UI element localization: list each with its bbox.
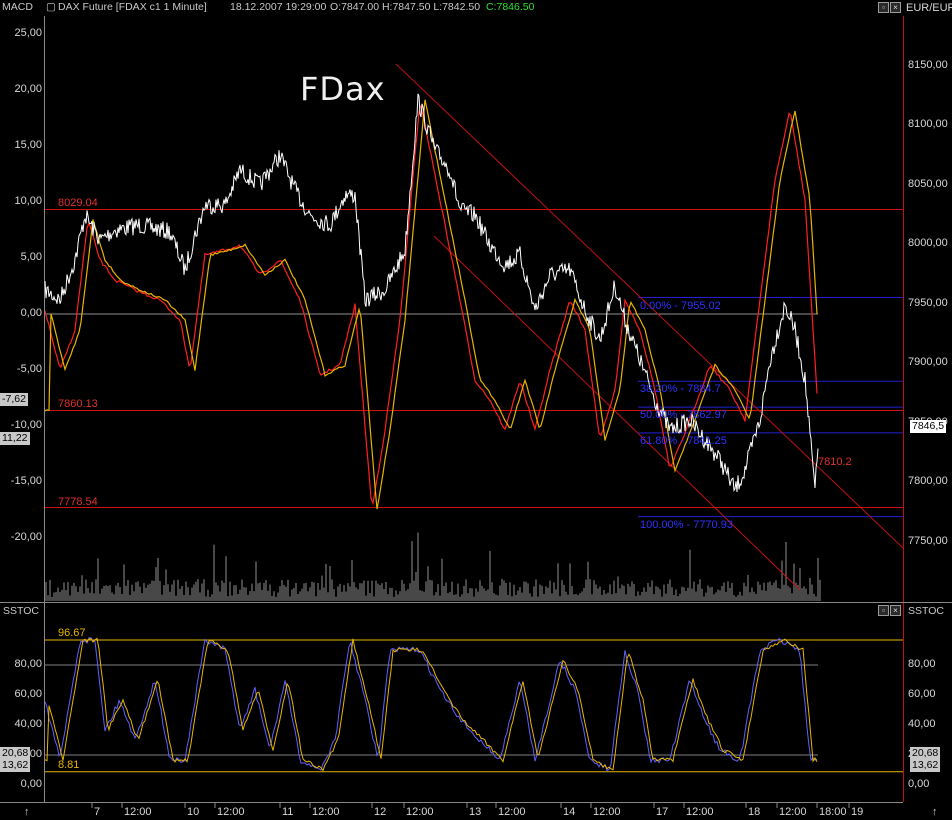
time-tick: 18 — [748, 806, 761, 818]
stoch-d-marker-right: 13,62 — [910, 758, 941, 772]
fib-label: 61.80% - 7841.25 — [640, 434, 727, 447]
time-tick: 13 — [469, 806, 482, 818]
fib-label: 38.20% - 7884.7 — [640, 383, 721, 396]
time-tick: 12:00 — [217, 806, 245, 818]
stoch-k-line — [44, 637, 818, 772]
stoch-restore-icon[interactable]: ▫ — [878, 605, 889, 616]
scroll-up-arrow-icon[interactable]: ↑ — [24, 806, 30, 818]
level-label: 8029.04 — [58, 197, 98, 210]
macd-tick: 20,00 — [14, 83, 42, 95]
time-tick: 12 — [374, 806, 387, 818]
last-price-marker: 7846,5 — [910, 419, 947, 433]
time-tick: 11 — [282, 806, 294, 818]
time-tick: 12:00 — [406, 806, 434, 818]
stoch-tick: 0,00 — [20, 778, 42, 790]
macd-value-marker: -7,62 — [0, 393, 28, 406]
time-tick: 12:00 — [686, 806, 714, 818]
price-tick: 8000,00 — [908, 237, 948, 249]
symbol-watermark: FDax — [300, 70, 386, 108]
price-tick: 8100,00 — [908, 118, 948, 130]
fib-label: 0.00% - 7955.02 — [640, 299, 721, 312]
time-tick: 12:00 — [312, 806, 340, 818]
price-tick: 8150,00 — [908, 58, 948, 71]
horizontal-levels — [45, 208, 903, 509]
fibonacci-retracement[interactable] — [638, 297, 903, 518]
time-tick: 19 — [851, 806, 864, 818]
price-tick: 7900,00 — [908, 356, 948, 368]
price-tick: 7750,00 — [908, 534, 948, 547]
stoch-name-right: SSTOC — [908, 605, 944, 617]
macd-tick: 25,00 — [14, 27, 42, 39]
time-tick: 10 — [187, 806, 200, 818]
stoch-lower-label: 8.81 — [58, 758, 80, 771]
level-label: 7778.54 — [58, 495, 98, 508]
time-tick: 12:00 — [124, 806, 152, 818]
price-tick: 7950,00 — [908, 296, 948, 309]
time-tick: 18:00 — [819, 806, 847, 818]
trend-channel[interactable] — [395, 63, 904, 591]
stoch-d-line — [44, 637, 818, 772]
time-tick: 12:00 — [593, 806, 621, 818]
macd-tick: -20,00 — [10, 531, 42, 543]
price-tick: 7800,00 — [908, 475, 948, 487]
macd-tick: -5,00 — [16, 363, 42, 375]
stoch-tick: 80,00 — [14, 658, 42, 670]
stoch-tick-right: 40,00 — [908, 718, 936, 730]
time-tick: 12:00 — [498, 806, 526, 818]
volume-bars — [45, 532, 821, 601]
macd-tick: 5,00 — [20, 251, 42, 263]
stoch-d-marker: 13,62 — [0, 758, 31, 772]
stoch-name: SSTOC — [3, 605, 39, 617]
stoch-tick-right: 0,00 — [908, 778, 930, 790]
macd-tick: 15,00 — [14, 139, 42, 151]
scroll-up-arrow-icon-right[interactable]: ↑ — [932, 806, 938, 818]
price-tick: 8050,00 — [908, 177, 948, 190]
stoch-tick-right: 80,00 — [908, 658, 936, 670]
time-tick: 7 — [94, 806, 101, 818]
macd-tick: -15,00 — [10, 475, 42, 487]
macd-tick: -10,00 — [10, 419, 42, 431]
stoch-close-icon[interactable]: × — [890, 605, 901, 616]
stoch-tick: 40,00 — [14, 718, 42, 730]
time-tick: 12:00 — [779, 806, 807, 818]
macd-tick: 0,00 — [20, 307, 42, 319]
stochastic-lines — [44, 637, 903, 773]
price-note: 7810.2 — [818, 456, 852, 468]
chart-canvas[interactable] — [0, 0, 952, 820]
level-label: 7860.13 — [58, 398, 98, 411]
signal-value-marker: 11,22 — [0, 432, 30, 445]
fib-label: 100.00% - 7770.93 — [640, 518, 733, 531]
stoch-tick-right: 60,00 — [908, 688, 936, 700]
macd-tick: 10,00 — [14, 195, 42, 207]
trend-line-lower[interactable] — [433, 235, 801, 591]
stoch-tick: 60,00 — [14, 688, 42, 700]
time-tick: 17 — [656, 806, 669, 818]
stoch-upper-label: 96.67 — [58, 626, 86, 639]
time-tick: 14 — [563, 806, 576, 818]
fib-label: 50.00% - 7862.97 — [640, 409, 727, 422]
